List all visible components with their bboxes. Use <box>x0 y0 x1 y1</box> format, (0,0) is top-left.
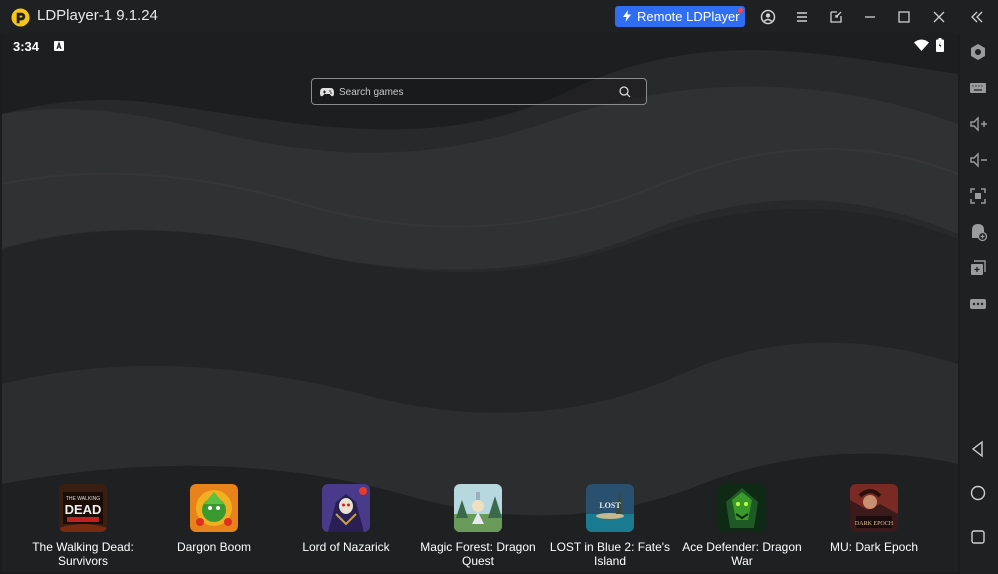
notification-a-icon <box>54 41 64 51</box>
app-the-walking-dead[interactable]: THE WALKING DEAD The Walking Dead: Surviv… <box>17 484 149 572</box>
minimize-icon[interactable] <box>861 8 879 26</box>
app-lord-of-nazarick[interactable]: Lord of Nazarick <box>280 484 412 572</box>
app-label: Dargon Boom <box>176 540 252 554</box>
lord-of-nazarick-app-icon[interactable] <box>322 484 370 532</box>
lost-in-blue-2-app-icon[interactable]: LOST <box>586 484 634 532</box>
battery-icon <box>936 38 944 52</box>
app-lost-in-blue-2[interactable]: LOST LOST in Blue 2: Fate's Island <box>544 484 676 572</box>
app-magic-forest[interactable]: Magic Forest: Dragon Quest <box>412 484 544 572</box>
clock: 3:34 <box>13 39 40 54</box>
gamepad-icon <box>320 88 334 97</box>
svg-text:DARK EPOCH: DARK EPOCH <box>855 521 894 527</box>
add-apk-icon[interactable] <box>968 222 988 242</box>
volume-up-icon[interactable] <box>968 114 988 134</box>
remote-ldplayer-label: Remote LDPlayer <box>637 9 740 24</box>
recents-icon[interactable] <box>968 527 988 547</box>
app-label: The Walking Dead: Survivors <box>32 540 134 568</box>
app-ace-defender[interactable]: Ace Defender: Dragon War <box>676 484 808 572</box>
svg-text:LOST: LOST <box>599 501 621 510</box>
remote-ldplayer-button[interactable]: Remote LDPlayer <box>615 6 745 27</box>
right-toolbar <box>960 34 998 574</box>
dargon-boom-app-icon[interactable] <box>190 484 238 532</box>
more-icon[interactable] <box>968 294 988 314</box>
status-bar: 3:34 <box>2 34 958 58</box>
search-input[interactable] <box>339 82 609 102</box>
ldplayer-logo-icon <box>11 8 30 27</box>
maximize-icon[interactable] <box>895 8 913 26</box>
app-dargon-boom[interactable]: Dargon Boom <box>148 484 280 572</box>
search-games-bar[interactable] <box>311 78 647 105</box>
app-label: Magic Forest: Dragon Quest <box>420 540 536 568</box>
menu-icon[interactable] <box>793 8 811 26</box>
app-mu-dark-epoch[interactable]: DARK EPOCH MU: Dark Epoch <box>808 484 940 572</box>
wifi-icon <box>914 39 929 51</box>
window-title: LDPlayer-1 9.1.24 <box>37 7 158 24</box>
back-icon[interactable] <box>968 439 988 459</box>
ace-defender-app-icon[interactable] <box>718 484 766 532</box>
mini-mode-icon[interactable] <box>827 8 845 26</box>
lightning-icon <box>623 10 631 22</box>
settings-icon[interactable] <box>968 42 988 62</box>
home-icon[interactable] <box>968 483 988 503</box>
svg-text:DEAD: DEAD <box>65 502 102 517</box>
multi-instance-icon[interactable] <box>968 258 988 278</box>
app-label: LOST in Blue 2: Fate's Island <box>549 540 671 568</box>
search-icon[interactable] <box>619 86 631 98</box>
app-label: Ace Defender: Dragon War <box>682 540 802 568</box>
account-icon[interactable] <box>759 8 777 26</box>
app-label: Lord of Nazarick <box>302 540 390 554</box>
notification-dot <box>738 8 743 13</box>
android-screen[interactable]: 3:34 THE WALKINGDEAD The Walking Dead: S… <box>2 34 958 572</box>
keyboard-icon[interactable] <box>968 78 988 98</box>
collapse-sidebar-icon[interactable] <box>968 8 986 26</box>
close-icon[interactable] <box>930 8 948 26</box>
volume-down-icon[interactable] <box>968 150 988 170</box>
screenshot-icon[interactable] <box>968 186 988 206</box>
app-dock: THE WALKING DEAD The Walking Dead: Surviv… <box>2 484 958 572</box>
title-bar: LDPlayer-1 9.1.24 Remote LDPlayer <box>0 0 998 34</box>
walking-dead-app-icon[interactable]: THE WALKING DEAD <box>59 484 107 532</box>
mu-dark-epoch-app-icon[interactable]: DARK EPOCH <box>850 484 898 532</box>
magic-forest-app-icon[interactable] <box>454 484 502 532</box>
app-label: MU: Dark Epoch <box>829 540 919 554</box>
